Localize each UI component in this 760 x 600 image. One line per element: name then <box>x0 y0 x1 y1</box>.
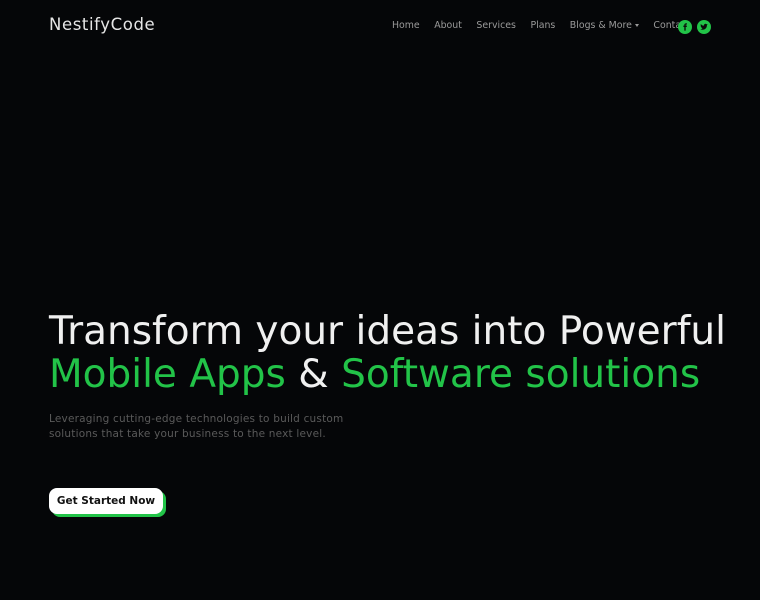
nav-home[interactable]: Home <box>392 20 420 31</box>
twitter-button[interactable] <box>697 20 711 34</box>
nav-plans-label: Plans <box>530 20 556 31</box>
hero-title-line1: Transform your ideas into Powerful <box>49 309 726 354</box>
nav-services-label: Services <box>476 20 516 31</box>
nav-about-label: About <box>434 20 462 31</box>
hero-highlight-mobile: Mobile Apps <box>49 352 286 397</box>
nav-about[interactable]: About <box>434 20 462 31</box>
get-started-button[interactable]: Get Started Now <box>49 488 163 514</box>
main-nav: Home About Services Plans Blogs & More C… <box>392 20 704 31</box>
facebook-button[interactable] <box>678 20 692 34</box>
nav-plans[interactable]: Plans <box>530 20 555 31</box>
page: NestifyCode Home About Services Plans Bl… <box>0 0 760 600</box>
brand-logo[interactable]: NestifyCode <box>49 15 155 34</box>
nav-services[interactable]: Services <box>476 20 516 31</box>
cta-wrapper: Get Started Now <box>49 488 166 517</box>
hero-ampersand: & <box>298 352 329 397</box>
twitter-icon <box>700 23 708 31</box>
caret-down-icon <box>634 24 639 27</box>
nav-blogs-dropdown[interactable]: Blogs & More <box>570 20 639 31</box>
site-header: NestifyCode Home About Services Plans Bl… <box>0 0 760 54</box>
facebook-icon <box>681 23 689 31</box>
social-links <box>678 20 716 34</box>
hero-title-line2: Mobile Apps & Software solutions <box>49 353 726 396</box>
nav-home-label: Home <box>392 20 420 31</box>
hero-title: Transform your ideas into Powerful Mobil… <box>49 310 726 396</box>
nav-blogs-label: Blogs & More <box>569 20 632 31</box>
hero-highlight-software: Software solutions <box>341 352 701 397</box>
hero-subtitle: Leveraging cutting-edge technologies to … <box>49 413 344 440</box>
